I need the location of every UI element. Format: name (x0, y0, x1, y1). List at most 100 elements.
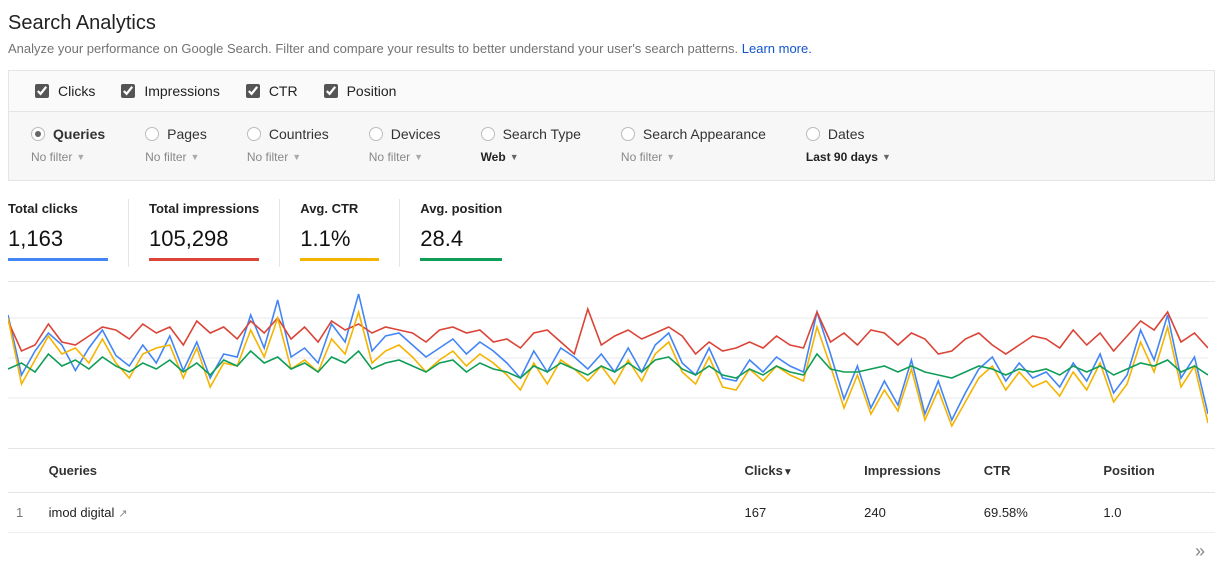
dimension-radio-countries[interactable]: Countries (247, 126, 329, 142)
metric-checkbox-clicks[interactable]: Clicks (31, 81, 95, 101)
series-clicks (8, 294, 1208, 420)
kpi-underline (149, 258, 259, 261)
dimension-devices[interactable]: Devices No filter▼ (369, 126, 441, 164)
radio-icon (247, 127, 261, 141)
table-row[interactable]: 1imod digital↗16724069.58%1.0 (8, 493, 1215, 533)
dimension-filter-label: No filter (247, 150, 288, 164)
dimension-radio-search_type[interactable]: Search Type (481, 126, 581, 142)
kpi-underline (300, 258, 379, 261)
page-title: Search Analytics (8, 12, 1215, 35)
dimension-radio-search_appearance[interactable]: Search Appearance (621, 126, 766, 142)
cell-clicks: 167 (737, 493, 857, 533)
dimension-label: Devices (391, 126, 441, 142)
dimension-filter-label: No filter (31, 150, 72, 164)
kpi-total_impressions: Total impressions 105,298 (128, 199, 279, 267)
dimension-search_type[interactable]: Search Type Web ▼ (481, 126, 581, 164)
cell-index: 1 (8, 493, 41, 533)
dimension-label: Search Appearance (643, 126, 766, 142)
radio-icon (31, 127, 45, 141)
col-index (8, 449, 41, 493)
radio-icon (369, 127, 383, 141)
kpi-value: 28.4 (420, 226, 502, 252)
radio-icon (621, 127, 635, 141)
metric-label-ctr: CTR (269, 83, 298, 99)
dimension-dates[interactable]: Dates Last 90 days▼ (806, 126, 891, 164)
dimension-filter-dates[interactable]: Last 90 days▼ (806, 150, 891, 164)
dimension-radio-dates[interactable]: Dates (806, 126, 891, 142)
dimension-filter-search_appearance[interactable]: No filter▼ (621, 150, 766, 164)
cell-impressions: 240 (856, 493, 976, 533)
dimension-label: Pages (167, 126, 207, 142)
cell-ctr: 69.58% (976, 493, 1096, 533)
metric-label-clicks: Clicks (58, 83, 95, 99)
chevron-down-icon: ▼ (292, 152, 301, 162)
checkbox-impressions[interactable] (121, 84, 135, 98)
results-table: Queries Clicks▼ Impressions CTR Position… (8, 449, 1215, 533)
kpi-underline (8, 258, 108, 261)
dimension-filter-search_type[interactable]: Web ▼ (481, 150, 581, 164)
dimension-filter-label: No filter (145, 150, 186, 164)
dimension-filter-countries[interactable]: No filter ▼ (247, 150, 329, 164)
external-link-icon[interactable]: ↗ (118, 508, 127, 520)
dimension-radio-queries[interactable]: Queries (31, 126, 105, 142)
metric-label-position: Position (347, 83, 397, 99)
checkbox-clicks[interactable] (35, 84, 49, 98)
checkbox-ctr[interactable] (246, 84, 260, 98)
chevron-down-icon: ▼ (190, 152, 199, 162)
kpi-label: Avg. CTR (300, 201, 379, 216)
chevron-down-icon: ▼ (510, 152, 519, 162)
learn-more-link[interactable]: Learn more. (742, 41, 812, 56)
dimension-pages[interactable]: Pages No filter ▼ (145, 126, 207, 164)
series-impressions (8, 309, 1208, 354)
dimension-radio-pages[interactable]: Pages (145, 126, 207, 142)
dimension-label: Queries (53, 126, 105, 142)
metric-checkbox-ctr[interactable]: CTR (242, 81, 298, 101)
page-subtitle: Analyze your performance on Google Searc… (8, 41, 1215, 56)
dimension-label: Search Type (503, 126, 581, 142)
filter-panel: Clicks Impressions CTR Position Queries No f… (8, 70, 1215, 181)
chart-container (8, 281, 1215, 438)
col-clicks[interactable]: Clicks▼ (737, 449, 857, 493)
dimension-queries[interactable]: Queries No filter ▼ (31, 126, 105, 164)
dimension-filter-devices[interactable]: No filter▼ (369, 150, 441, 164)
line-chart (8, 288, 1208, 438)
col-position[interactable]: Position (1095, 449, 1215, 493)
dimension-filter-label: No filter (621, 150, 662, 164)
col-impressions[interactable]: Impressions (856, 449, 976, 493)
chevron-down-icon: ▼ (76, 152, 85, 162)
metric-checkbox-position[interactable]: Position (320, 81, 397, 101)
kpi-row: Total clicks 1,163 Total impressions 105,29… (8, 199, 1215, 267)
checkbox-position[interactable] (324, 84, 338, 98)
dimension-countries[interactable]: Countries No filter ▼ (247, 126, 329, 164)
dimension-radio-devices[interactable]: Devices (369, 126, 441, 142)
results-table-container: Queries Clicks▼ Impressions CTR Position… (8, 448, 1215, 570)
metric-checkbox-impressions[interactable]: Impressions (117, 81, 219, 101)
col-clicks-label: Clicks (745, 463, 783, 478)
dimension-search_appearance[interactable]: Search Appearance No filter▼ (621, 126, 766, 164)
kpi-value: 1,163 (8, 226, 108, 252)
kpi-total_clicks: Total clicks 1,163 (8, 199, 128, 267)
dimension-filter-queries[interactable]: No filter ▼ (31, 150, 105, 164)
kpi-avg_position: Avg. position28.4 (399, 199, 522, 267)
kpi-label: Total impressions (149, 201, 259, 216)
kpi-underline (420, 258, 502, 261)
cell-position: 1.0 (1095, 493, 1215, 533)
kpi-avg_ctr: Avg. CTR 1.1% (279, 199, 399, 267)
metric-checkbox-row: Clicks Impressions CTR Position (9, 71, 1214, 112)
kpi-value: 1.1% (300, 226, 379, 252)
dimension-label: Countries (269, 126, 329, 142)
radio-icon (806, 127, 820, 141)
col-ctr[interactable]: CTR (976, 449, 1096, 493)
subtitle-text: Analyze your performance on Google Searc… (8, 41, 738, 56)
dimension-filter-pages[interactable]: No filter ▼ (145, 150, 207, 164)
next-page-button[interactable]: » (1185, 533, 1215, 570)
kpi-label: Total clicks (8, 201, 108, 216)
dimension-filter-label: Web (481, 150, 506, 164)
kpi-value: 105,298 (149, 226, 259, 252)
col-queries[interactable]: Queries (41, 449, 737, 493)
dimension-filter-label: No filter (369, 150, 410, 164)
dimension-label: Dates (828, 126, 865, 142)
metric-label-impressions: Impressions (144, 83, 219, 99)
radio-icon (145, 127, 159, 141)
chevron-down-icon: ▼ (882, 152, 891, 162)
